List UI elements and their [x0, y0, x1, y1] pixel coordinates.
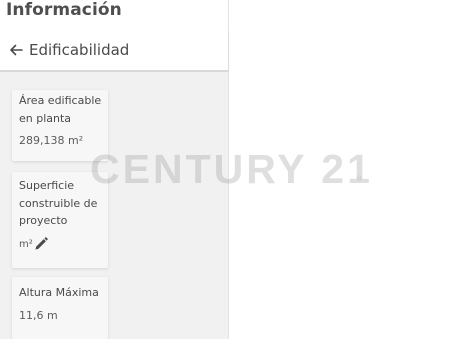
- card-label-line: Área edificable: [19, 94, 102, 107]
- pencil-icon[interactable]: [34, 237, 48, 251]
- card-superficie-construible: Superficie construible de proyecto m²: [12, 172, 108, 268]
- card-label: Altura Máxima: [19, 284, 109, 302]
- section-header[interactable]: Edificabilidad: [0, 30, 228, 72]
- card-value: m²: [19, 239, 33, 250]
- card-value: 11,6 m: [19, 309, 58, 322]
- card-label: Superficie construible de proyecto: [19, 177, 109, 230]
- content-area: Área edificable en planta 289,138 m² Sup…: [0, 72, 228, 339]
- card-label-line: proyecto: [19, 214, 68, 227]
- info-panel: Información Edificabilidad Área edificab…: [0, 0, 229, 339]
- card-label-line: Altura Máxima: [19, 286, 99, 299]
- registered-mark: ®: [356, 175, 363, 183]
- section-title: Edificabilidad: [29, 41, 130, 59]
- card-altura-maxima: Altura Máxima 11,6 m: [12, 277, 108, 339]
- card-label-line: en planta: [19, 111, 72, 125]
- card-value: 289,138 m²: [19, 134, 84, 147]
- app-title: Información: [6, 0, 122, 20]
- arrow-left-icon[interactable]: [8, 42, 24, 58]
- card-label-line: construible de: [19, 196, 98, 210]
- card-label-line: Superficie: [19, 179, 75, 192]
- card-label: Área edificable en planta: [19, 92, 109, 127]
- card-area-edificable: Área edificable en planta 289,138 m²: [12, 90, 108, 161]
